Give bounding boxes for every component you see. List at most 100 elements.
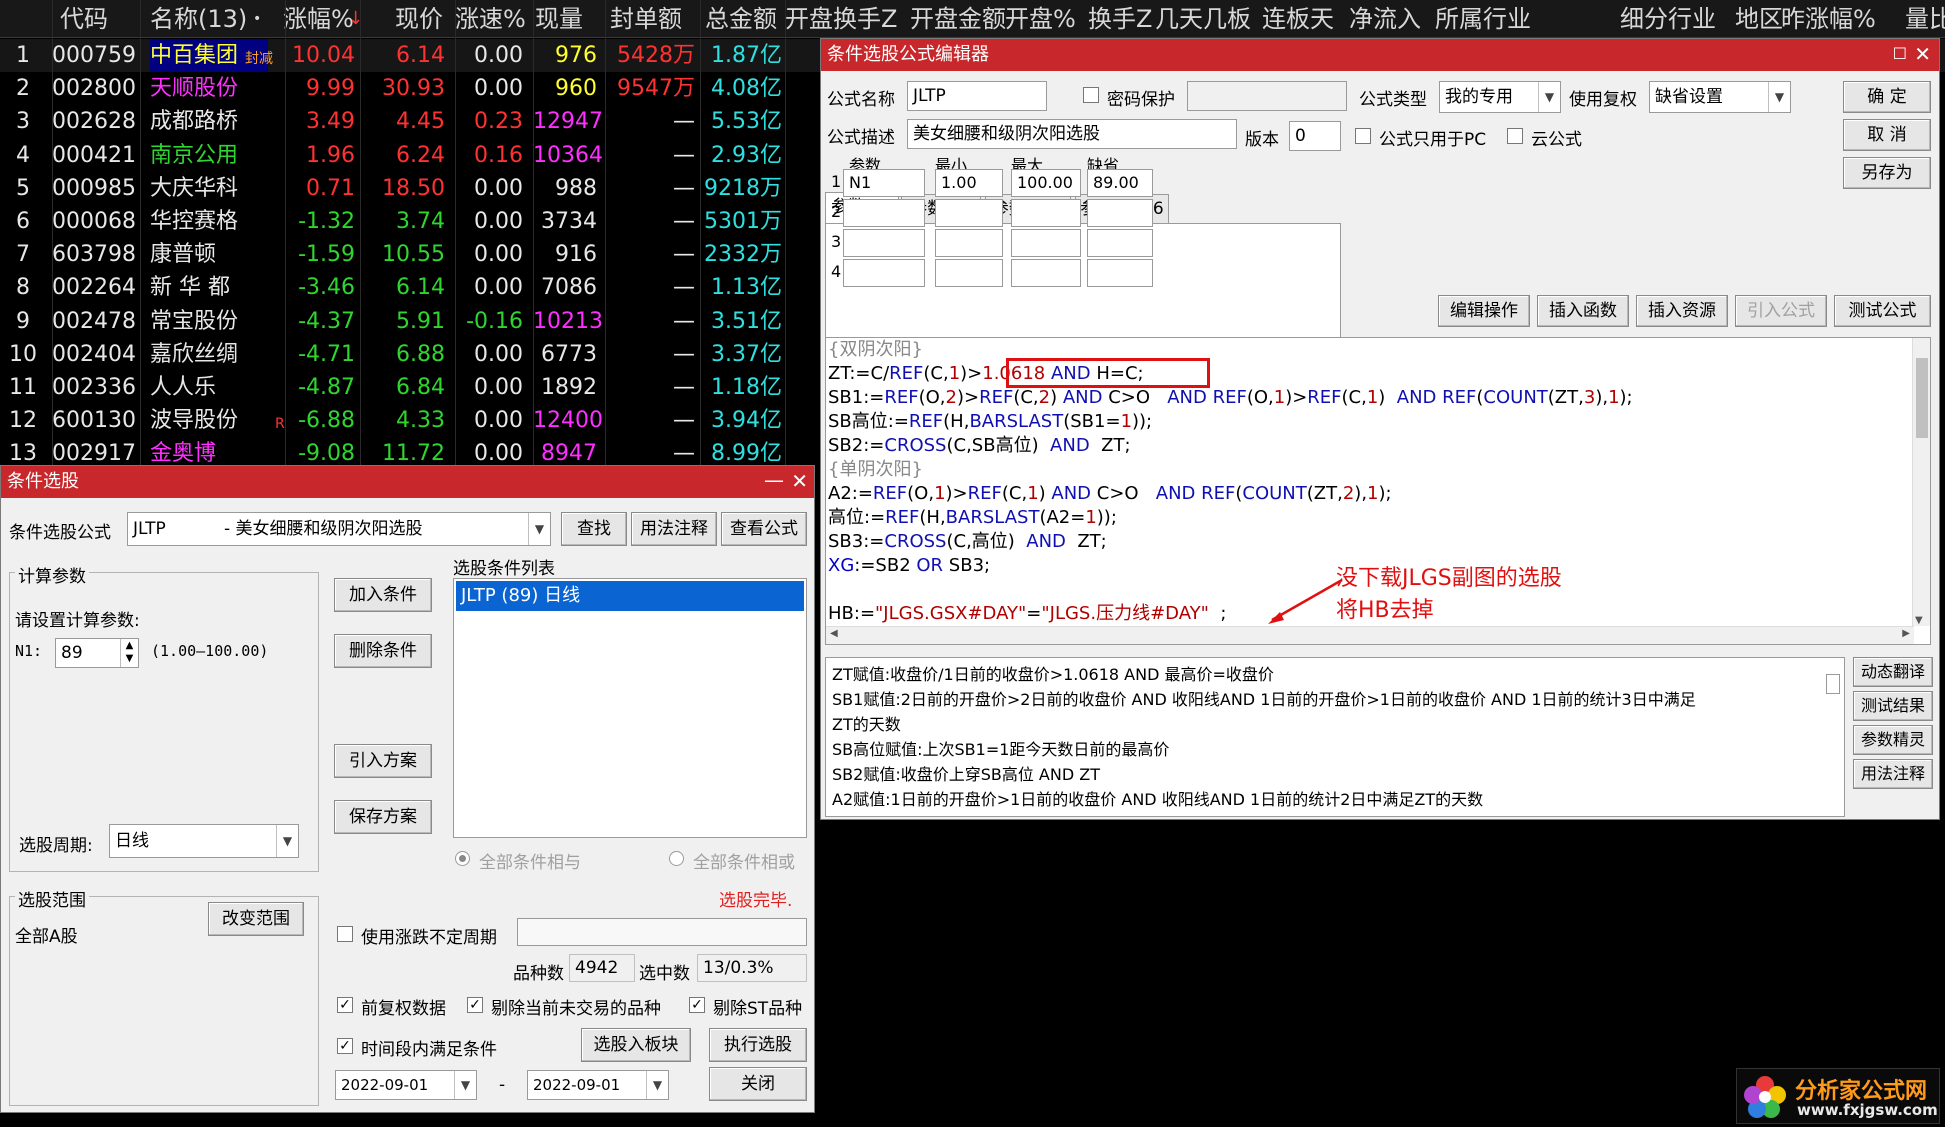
- usage-button[interactable]: 用法注释: [631, 512, 717, 546]
- column-header[interactable]: 开盘换手Z: [785, 0, 897, 38]
- import-plan-button[interactable]: 引入方案: [334, 744, 432, 778]
- param-def-input[interactable]: 89.00: [1087, 169, 1153, 197]
- param-def-input[interactable]: [1087, 259, 1153, 287]
- n1-input[interactable]: 89 ▲ ▼: [55, 638, 139, 668]
- minimize-icon[interactable]: —: [764, 466, 784, 494]
- vertical-scrollbar[interactable]: ▼: [1912, 338, 1930, 626]
- ok-button[interactable]: 确 定: [1843, 81, 1931, 113]
- column-header[interactable]: •: [253, 0, 261, 38]
- column-header[interactable]: 所属行业: [1435, 0, 1531, 38]
- time-checkbox[interactable]: ✓: [337, 1038, 353, 1054]
- change-range-button[interactable]: 改变范围: [208, 902, 304, 936]
- period-range-field[interactable]: [517, 918, 807, 946]
- name-input[interactable]: JLTP: [907, 81, 1047, 111]
- chevron-down-icon[interactable]: ▼: [646, 1071, 668, 1099]
- period-select[interactable]: 日线 ▼: [109, 824, 299, 858]
- chevron-down-icon[interactable]: ▼: [1768, 82, 1790, 112]
- close-icon[interactable]: ✕: [1914, 39, 1931, 69]
- column-header[interactable]: 名称(13): [150, 0, 247, 38]
- column-header[interactable]: 连板天: [1262, 0, 1334, 38]
- condition-list[interactable]: JLTP (89) 日线: [453, 578, 807, 838]
- edit-ops-button[interactable]: 编辑操作: [1438, 295, 1530, 327]
- maximize-icon[interactable]: ☐: [1893, 39, 1907, 69]
- condition-list-item[interactable]: JLTP (89) 日线: [456, 581, 804, 611]
- chevron-down-icon[interactable]: ▼: [528, 513, 550, 545]
- test-formula-button[interactable]: 测试公式: [1834, 295, 1931, 327]
- column-header[interactable]: 细分行业: [1620, 0, 1716, 38]
- st-checkbox[interactable]: ✓: [689, 997, 705, 1013]
- or-radio[interactable]: [669, 851, 684, 866]
- cell-price: 6.14: [396, 275, 445, 301]
- insert-func-button[interactable]: 插入函数: [1537, 295, 1629, 327]
- side-button-3[interactable]: 参数精灵: [1853, 725, 1933, 755]
- date-from-picker[interactable]: 2022-09-01 ▼: [335, 1070, 477, 1100]
- delete-condition-button[interactable]: 删除条件: [334, 634, 432, 668]
- param-max-input[interactable]: [1011, 199, 1081, 227]
- column-header[interactable]: 涨速%: [455, 0, 526, 38]
- column-header[interactable]: 现价: [395, 0, 443, 38]
- version-input[interactable]: 0: [1289, 121, 1341, 151]
- spinner-icon[interactable]: ▲ ▼: [120, 639, 138, 667]
- param-min-input[interactable]: 1.00: [935, 169, 1003, 197]
- column-header[interactable]: 代码: [60, 0, 108, 38]
- insert-res-button[interactable]: 插入资源: [1636, 295, 1728, 327]
- column-header[interactable]: 总金额: [705, 0, 777, 38]
- column-header[interactable]: 昨涨幅%: [1781, 0, 1876, 38]
- column-header[interactable]: 换手Z: [1088, 0, 1152, 38]
- param-name-input[interactable]: [843, 259, 925, 287]
- param-min-input[interactable]: [935, 259, 1003, 287]
- view-formula-button[interactable]: 查看公式: [721, 512, 807, 546]
- use-period-checkbox[interactable]: [337, 926, 353, 942]
- column-header[interactable]: 现量: [535, 0, 583, 38]
- param-def-input[interactable]: [1087, 229, 1153, 257]
- type-select[interactable]: 我的专用 ▼: [1439, 81, 1561, 113]
- execute-button[interactable]: 执行选股: [709, 1028, 807, 1062]
- fq-select[interactable]: 缺省设置 ▼: [1649, 81, 1791, 113]
- and-radio[interactable]: [455, 851, 470, 866]
- param-max-input[interactable]: [1011, 259, 1081, 287]
- horizontal-scrollbar[interactable]: ◀ ▶: [826, 626, 1914, 644]
- side-button-1[interactable]: 动态翻译: [1853, 657, 1933, 687]
- param-min-input[interactable]: [935, 229, 1003, 257]
- cloud-checkbox[interactable]: [1507, 128, 1523, 144]
- formula-select[interactable]: JLTP - 美女细腰和级阴次阳选股 ▼: [127, 512, 551, 546]
- column-header[interactable]: 地区: [1735, 0, 1783, 38]
- column-header[interactable]: 开盘%: [1005, 0, 1076, 38]
- to-block-button[interactable]: 选股入板块: [581, 1028, 691, 1062]
- column-header[interactable]: 量比: [1905, 0, 1945, 38]
- param-max-input[interactable]: 100.00: [1011, 169, 1081, 197]
- cancel-button[interactable]: 取 消: [1843, 119, 1931, 151]
- param-max-input[interactable]: [1011, 229, 1081, 257]
- exclude-checkbox[interactable]: ✓: [467, 997, 483, 1013]
- save-as-button[interactable]: 另存为: [1843, 157, 1931, 189]
- column-header[interactable]: 开盘金额: [910, 0, 1006, 38]
- password-input[interactable]: [1187, 81, 1347, 111]
- desc-scrollbar[interactable]: [1826, 674, 1840, 694]
- param-def-input[interactable]: [1087, 199, 1153, 227]
- add-condition-button[interactable]: 加入条件: [334, 578, 432, 612]
- column-header[interactable]: 净流入: [1349, 0, 1421, 38]
- password-checkbox[interactable]: [1083, 87, 1099, 103]
- chevron-down-icon[interactable]: ▼: [276, 825, 298, 857]
- side-button-2[interactable]: 测试结果: [1853, 691, 1933, 721]
- param-min-input[interactable]: [935, 199, 1003, 227]
- column-header[interactable]: 几天几板: [1155, 0, 1251, 38]
- param-name-input[interactable]: N1: [843, 169, 925, 197]
- column-header[interactable]: 封单额: [610, 0, 682, 38]
- find-button[interactable]: 查找: [561, 512, 627, 546]
- side-button-4[interactable]: 用法注释: [1853, 759, 1933, 789]
- date-to-picker[interactable]: 2022-09-01 ▼: [527, 1070, 669, 1100]
- fq-checkbox[interactable]: ✓: [337, 997, 353, 1013]
- chevron-down-icon[interactable]: ▼: [1538, 82, 1560, 112]
- close-button[interactable]: 关闭: [709, 1067, 807, 1101]
- formula-code-editor[interactable]: {双阴次阳} ZT:=C/REF(C,1)>1.0618 AND H=C; SB…: [825, 337, 1931, 645]
- import-formula-button[interactable]: 引入公式: [1735, 295, 1827, 327]
- pc-only-checkbox[interactable]: [1355, 128, 1371, 144]
- desc-input[interactable]: 美女细腰和级阴次阳选股: [907, 119, 1237, 149]
- chevron-down-icon[interactable]: ▼: [454, 1071, 476, 1099]
- column-header[interactable]: 涨幅%: [283, 0, 354, 38]
- param-name-input[interactable]: [843, 229, 925, 257]
- param-name-input[interactable]: [843, 199, 925, 227]
- close-icon[interactable]: ✕: [791, 466, 808, 496]
- save-plan-button[interactable]: 保存方案: [334, 800, 432, 834]
